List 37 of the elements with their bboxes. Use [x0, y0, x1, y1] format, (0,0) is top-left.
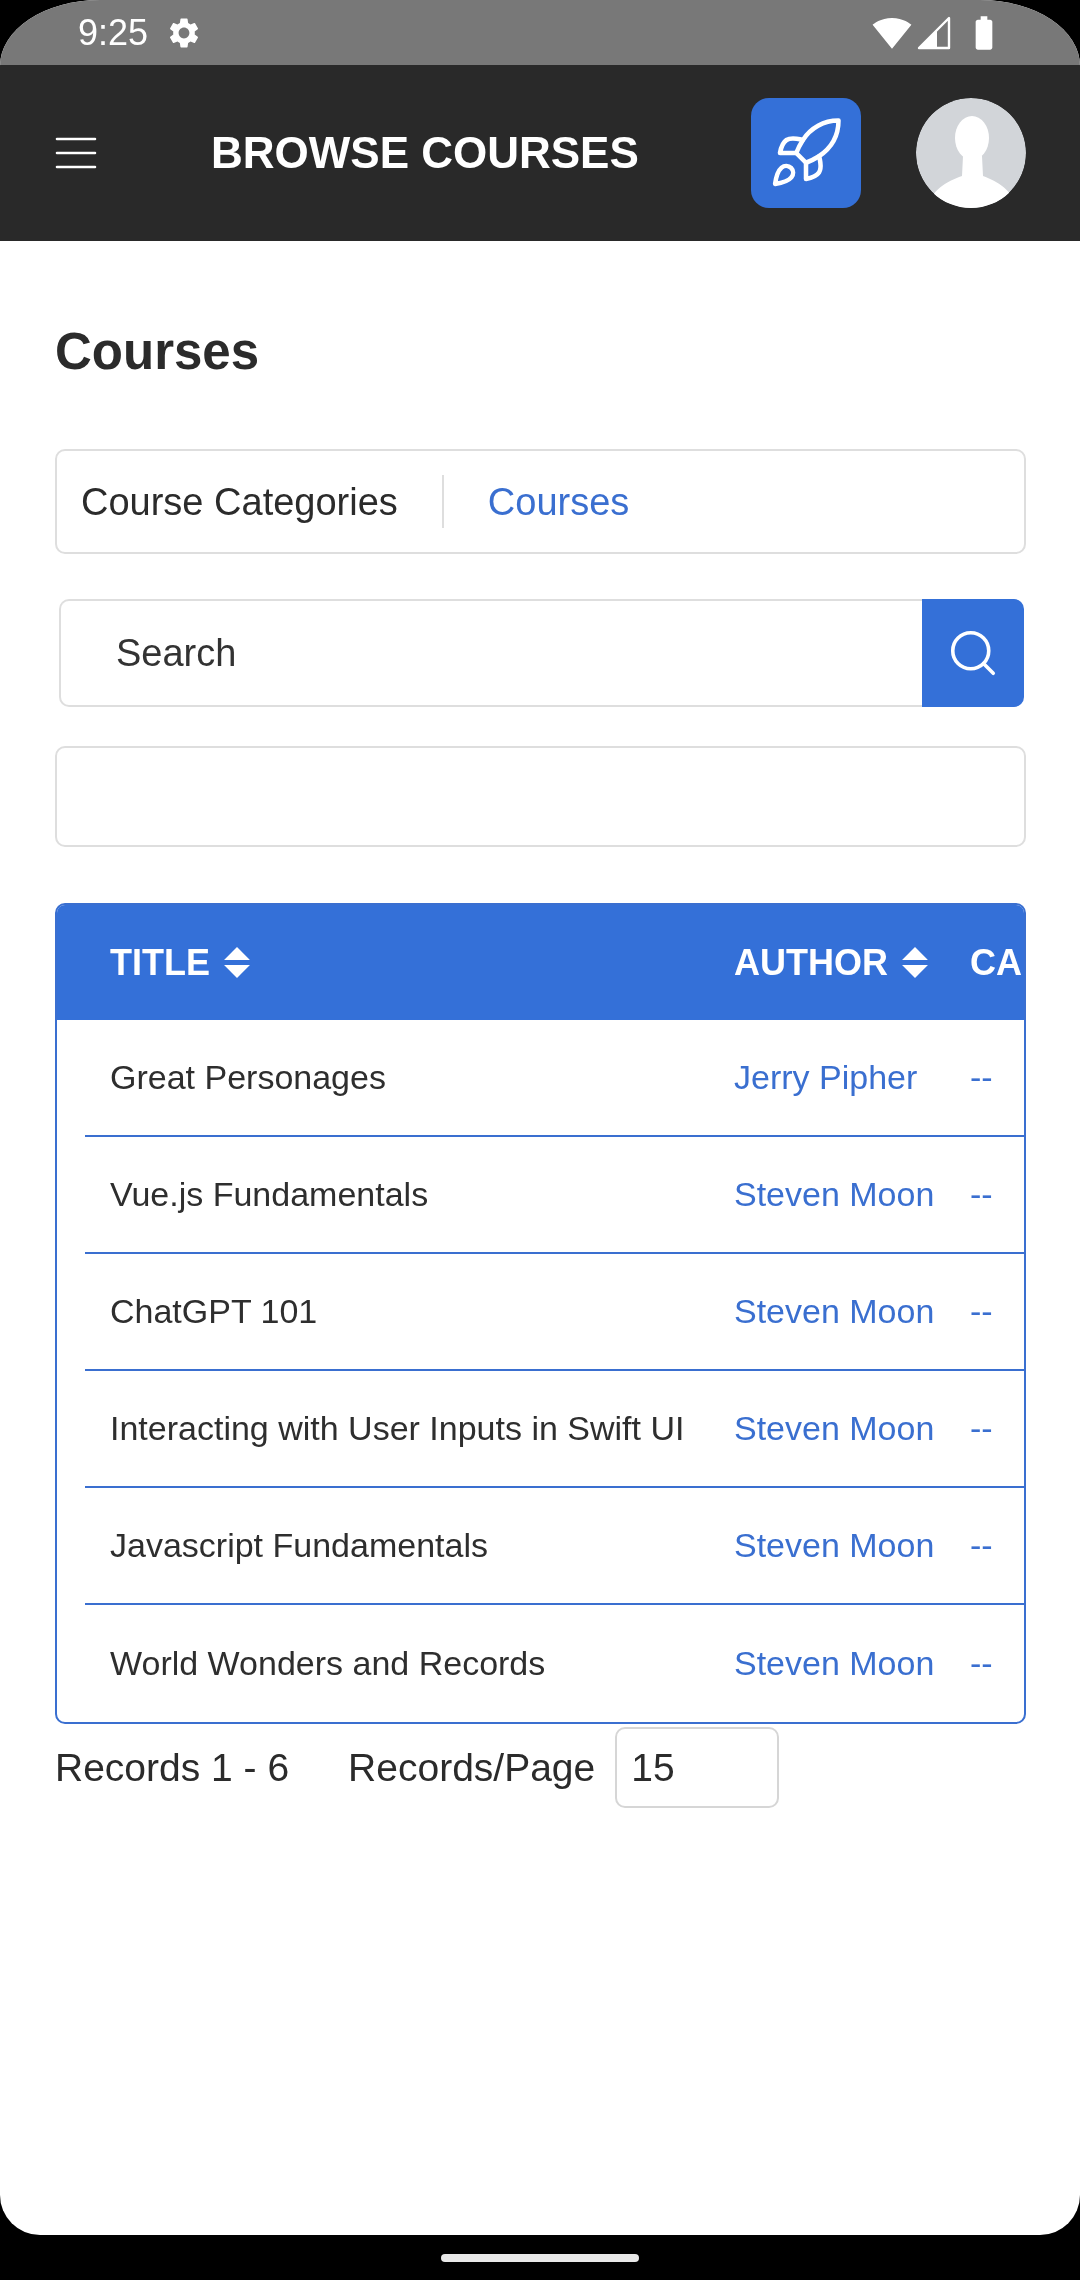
column-header[interactable]: CA	[970, 944, 1022, 981]
home-indicator[interactable]	[441, 2253, 639, 2262]
table-cell: ChatGPT 101	[110, 1291, 318, 1330]
table-cell: World Wonders and Records	[110, 1643, 546, 1682]
menu-icon[interactable]	[55, 136, 97, 170]
page-size-field[interactable]: 15	[615, 1727, 780, 1808]
rocket-button[interactable]	[751, 98, 861, 208]
table-cell: Javascript Fundamentals	[110, 1525, 488, 1564]
table-cell: Vue.js Fundamentals	[110, 1174, 429, 1213]
page-title: BROWSE COURSES	[211, 131, 639, 175]
avatar-icon[interactable]	[916, 98, 1026, 208]
author-link[interactable]: Steven Moon	[734, 1174, 935, 1213]
input-field[interactable]	[55, 746, 1026, 847]
table-link[interactable]: --	[970, 1057, 993, 1096]
table-link[interactable]: --	[970, 1525, 993, 1564]
search-field[interactable]: Search	[59, 599, 922, 707]
page-size-label: Records/Page	[348, 1748, 596, 1787]
table-link[interactable]: --	[970, 1174, 993, 1213]
author-link[interactable]: Steven Moon	[734, 1525, 935, 1564]
author-link[interactable]: Steven Moon	[734, 1408, 935, 1447]
status-time: 9:25	[78, 14, 149, 51]
breadcrumb-link[interactable]: Courses	[487, 482, 630, 521]
table-link[interactable]: --	[970, 1643, 993, 1682]
author-link[interactable]: Steven Moon	[734, 1643, 935, 1682]
section-heading: Courses	[55, 323, 261, 381]
search-button[interactable]	[922, 599, 1024, 707]
signal-icon	[916, 14, 952, 51]
column-header[interactable]: AUTHOR	[734, 944, 928, 981]
table-link[interactable]: --	[970, 1408, 993, 1447]
table-link[interactable]: --	[970, 1291, 993, 1330]
breadcrumb-link[interactable]: Course Categories	[81, 482, 398, 521]
author-link[interactable]: Steven Moon	[734, 1291, 935, 1330]
records-count: Records 1 - 6	[55, 1748, 290, 1787]
table-cell: Interacting with User Inputs in Swift UI	[110, 1408, 685, 1447]
column-header[interactable]: TITLE	[110, 944, 250, 981]
table-cell: Great Personages	[110, 1057, 386, 1096]
author-link[interactable]: Jerry Pipher	[734, 1057, 918, 1096]
